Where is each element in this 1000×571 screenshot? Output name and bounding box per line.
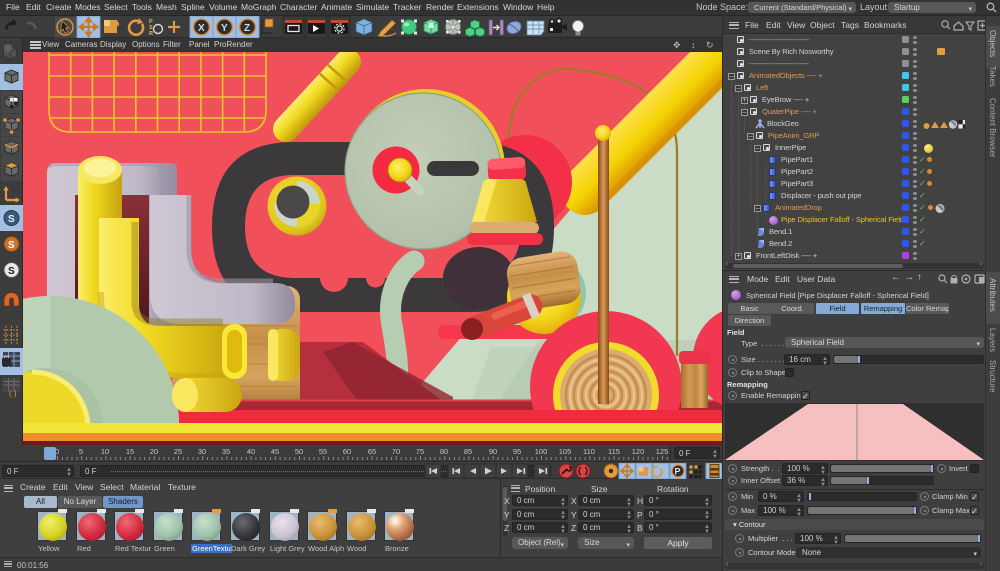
- svg-text:( ): ( ): [9, 389, 17, 398]
- svg-text:X: X: [198, 23, 205, 34]
- svg-text:S: S: [8, 266, 15, 277]
- svg-text:Y: Y: [221, 23, 228, 34]
- svg-text:R: R: [149, 31, 153, 37]
- svg-text:Z: Z: [244, 23, 250, 34]
- svg-text:S: S: [8, 214, 15, 225]
- svg-text:P: P: [675, 467, 681, 477]
- svg-text:S: S: [8, 240, 15, 251]
